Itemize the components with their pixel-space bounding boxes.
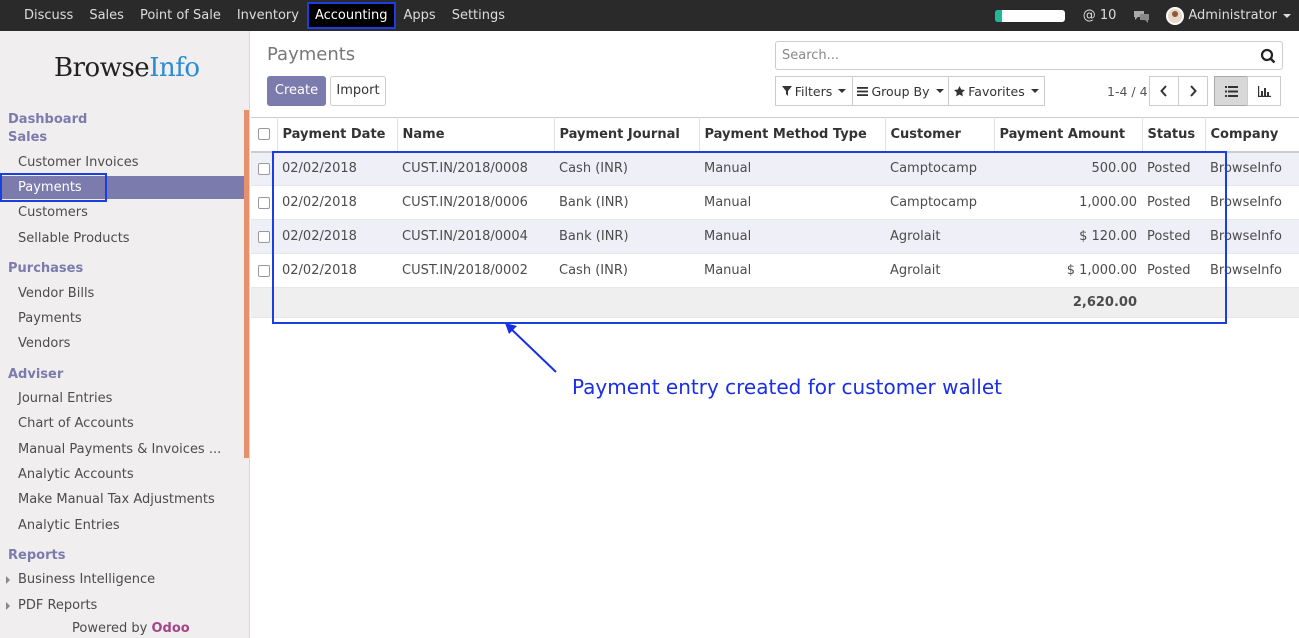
avatar <box>1166 6 1185 25</box>
menu-accounting[interactable]: Accounting <box>306 2 396 29</box>
chevron-down-icon <box>1030 89 1039 93</box>
odoo-link[interactable]: Odoo <box>152 621 190 636</box>
search-input[interactable] <box>776 42 1246 69</box>
sidebar-item-pdf-reports[interactable]: PDF Reports <box>6 598 98 613</box>
chevron-down-icon <box>935 89 944 93</box>
menu-sales[interactable]: Sales <box>81 0 132 31</box>
sidebar-section-dashboard[interactable]: Dashboard <box>8 112 87 127</box>
sidebar-item-journal-entries[interactable]: Journal Entries <box>18 391 112 406</box>
filters-button[interactable]: Filters <box>775 76 853 106</box>
group-by-button[interactable]: Group By <box>852 76 949 106</box>
sidebar-section-reports: Reports <box>8 548 66 563</box>
menu-discuss[interactable]: Discuss <box>16 0 81 31</box>
sidebar-item-vendors[interactable]: Vendors <box>18 336 70 351</box>
sidebar-item-manual-tax[interactable]: Make Manual Tax Adjustments <box>18 492 215 507</box>
star-icon <box>954 85 966 96</box>
progress-fill <box>994 9 1002 22</box>
previous-page-button[interactable] <box>1149 76 1179 106</box>
graph-view-button[interactable] <box>1247 76 1281 106</box>
column-header[interactable]: Name <box>397 117 555 153</box>
systray: @ 10 Administrator <box>994 0 1291 31</box>
next-page-button[interactable] <box>1178 76 1208 106</box>
favorites-label: Favorites <box>968 83 1025 99</box>
sidebar-section-adviser: Adviser <box>8 367 64 382</box>
sidebar: BrowseInfo Dashboard Sales Customer Invo… <box>0 31 250 638</box>
payments-highlight-box <box>0 173 107 202</box>
powered-by: Powered by Odoo <box>72 621 190 636</box>
sidebar-item-analytic-accounts[interactable]: Analytic Accounts <box>18 467 134 482</box>
menu-settings[interactable]: Settings <box>444 0 513 31</box>
sidebar-section-sales: Sales <box>8 130 48 145</box>
search-box <box>775 41 1283 70</box>
page-title: Payments <box>267 44 356 65</box>
group-by-label: Group By <box>871 83 930 99</box>
logo-text-browse: Browse <box>54 53 150 83</box>
filters-label: Filters <box>794 83 833 99</box>
logo-text-info: Info <box>149 53 200 83</box>
sidebar-item-customer-invoices[interactable]: Customer Invoices <box>18 155 139 170</box>
user-name: Administrator <box>1188 8 1277 23</box>
sidebar-item-label: PDF Reports <box>18 598 98 613</box>
create-button[interactable]: Create <box>267 76 326 106</box>
column-header[interactable]: Status <box>1142 117 1206 153</box>
sidebar-scrollbar[interactable] <box>244 110 249 458</box>
sidebar-section-purchases: Purchases <box>8 261 84 276</box>
filter-icon <box>781 86 792 96</box>
sidebar-item-customers[interactable]: Customers <box>18 205 88 220</box>
progress-bar[interactable] <box>994 9 1065 22</box>
mentions-indicator[interactable]: @ 10 <box>1083 8 1117 23</box>
column-header[interactable]: Payment Method Type <box>699 117 886 153</box>
pager-value[interactable]: 1-4 / 4 <box>1107 84 1148 99</box>
import-button[interactable]: Import <box>330 76 386 106</box>
app-menu: Discuss Sales Point of Sale Inventory Ac… <box>16 0 513 31</box>
sidebar-item-label: Business Intelligence <box>18 572 156 587</box>
sidebar-item-vendor-bills[interactable]: Vendor Bills <box>18 286 94 301</box>
column-header[interactable]: Customer <box>885 117 995 153</box>
menu-inventory[interactable]: Inventory <box>229 0 307 31</box>
column-header[interactable]: Company <box>1205 117 1299 153</box>
sidebar-item-purchase-payments[interactable]: Payments <box>18 311 82 326</box>
top-navbar: Discuss Sales Point of Sale Inventory Ac… <box>0 0 1299 31</box>
chat-icon[interactable] <box>1132 9 1150 23</box>
bar-chart-icon <box>1257 85 1271 97</box>
chevron-left-icon <box>1160 85 1167 97</box>
column-header[interactable]: Payment Date <box>277 117 398 153</box>
list-view-icon <box>1224 85 1238 97</box>
select-all-checkbox[interactable] <box>251 117 278 153</box>
list-icon <box>857 86 869 96</box>
sidebar-item-analytic-entries[interactable]: Analytic Entries <box>18 518 120 533</box>
powered-by-text: Powered by <box>72 621 148 636</box>
menu-apps[interactable]: Apps <box>396 0 444 31</box>
caret-right-icon <box>6 576 10 584</box>
sidebar-item-chart-of-accounts[interactable]: Chart of Accounts <box>18 416 134 431</box>
chevron-right-icon <box>1190 85 1197 97</box>
annotation-highlight-box <box>272 151 1227 324</box>
sidebar-item-business-intelligence[interactable]: Business Intelligence <box>6 572 156 587</box>
column-header[interactable]: Payment Amount <box>994 117 1143 153</box>
column-header[interactable]: Payment Journal <box>554 117 700 153</box>
chevron-down-icon <box>1283 13 1291 18</box>
chevron-down-icon <box>838 89 847 93</box>
menu-point-of-sale[interactable]: Point of Sale <box>132 0 229 31</box>
caret-right-icon <box>6 602 10 610</box>
table-header-row: Payment Date Name Payment Journal Paymen… <box>251 117 1299 153</box>
sidebar-item-manual-payments[interactable]: Manual Payments & Invoices ... <box>18 442 221 457</box>
company-logo: BrowseInfo <box>54 53 200 83</box>
sidebar-item-sellable-products[interactable]: Sellable Products <box>18 231 130 246</box>
annotation-arrow <box>505 323 557 373</box>
favorites-button[interactable]: Favorites <box>948 76 1045 106</box>
search-icon[interactable] <box>1260 48 1276 64</box>
list-view-button[interactable] <box>1214 76 1248 106</box>
user-menu[interactable]: Administrator <box>1166 6 1291 25</box>
annotation-text: Payment entry created for customer walle… <box>572 375 1002 399</box>
